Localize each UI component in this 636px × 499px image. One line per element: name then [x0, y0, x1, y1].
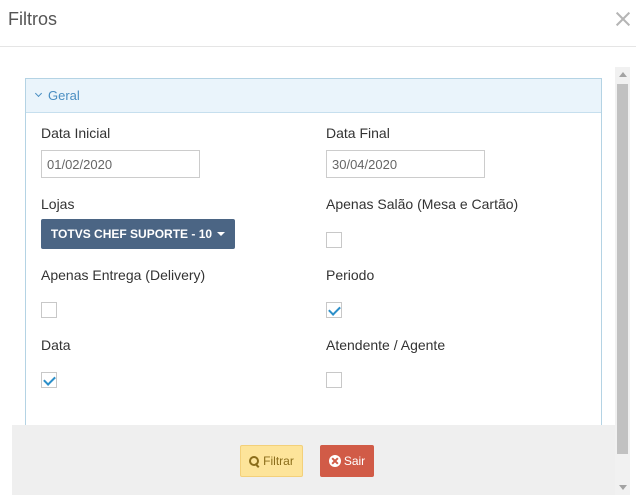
data-final-input[interactable]: [326, 150, 485, 178]
apenas-salao-label: Apenas Salão (Mesa e Cartão): [326, 196, 519, 212]
panel-heading-label: Geral: [48, 88, 80, 103]
vertical-scrollbar[interactable]: [615, 67, 630, 495]
modal-title: Filtros: [8, 9, 57, 29]
periodo-checkbox[interactable]: [326, 302, 342, 318]
caret-down-icon: [217, 232, 226, 236]
panel-heading-geral[interactable]: Geral: [26, 79, 601, 113]
data-checkbox[interactable]: [41, 372, 57, 388]
apenas-entrega-checkbox[interactable]: [41, 302, 57, 318]
close-icon[interactable]: [612, 8, 634, 30]
data-label: Data: [41, 337, 71, 353]
modal-header: Filtros: [0, 0, 636, 47]
search-icon: [249, 455, 260, 467]
lojas-dropdown[interactable]: TOTVS CHEF SUPORTE - 10: [41, 219, 235, 249]
atendente-label: Atendente / Agente: [326, 337, 446, 353]
modal-footer: Filtrar Sair: [12, 425, 615, 495]
close-circle-icon: [328, 455, 341, 467]
scrollbar-thumb[interactable]: [617, 84, 628, 454]
filter-button[interactable]: Filtrar: [240, 445, 303, 477]
apenas-entrega-label: Apenas Entrega (Delivery): [41, 267, 206, 283]
scroll-up-arrow-icon[interactable]: [619, 72, 627, 77]
filter-panel: Geral Data Inicial Lojas TOTVS CHEF SUPO…: [25, 78, 602, 426]
atendente-checkbox[interactable]: [326, 372, 342, 388]
modal-body: Geral Data Inicial Lojas TOTVS CHEF SUPO…: [12, 67, 615, 495]
filter-button-label: Filtrar: [263, 454, 294, 468]
periodo-label: Periodo: [326, 267, 375, 283]
lojas-selected-value: TOTVS CHEF SUPORTE - 10: [50, 227, 213, 241]
scroll-down-arrow-icon[interactable]: [619, 485, 627, 490]
exit-button-label: Sair: [343, 454, 366, 468]
lojas-label: Lojas: [41, 196, 75, 212]
chevron-down-icon: [34, 89, 43, 98]
data-inicial-label: Data Inicial: [41, 125, 111, 141]
apenas-salao-checkbox[interactable]: [326, 232, 342, 248]
data-inicial-input[interactable]: [41, 150, 200, 178]
exit-button[interactable]: Sair: [320, 445, 374, 477]
data-final-label: Data Final: [326, 125, 390, 141]
